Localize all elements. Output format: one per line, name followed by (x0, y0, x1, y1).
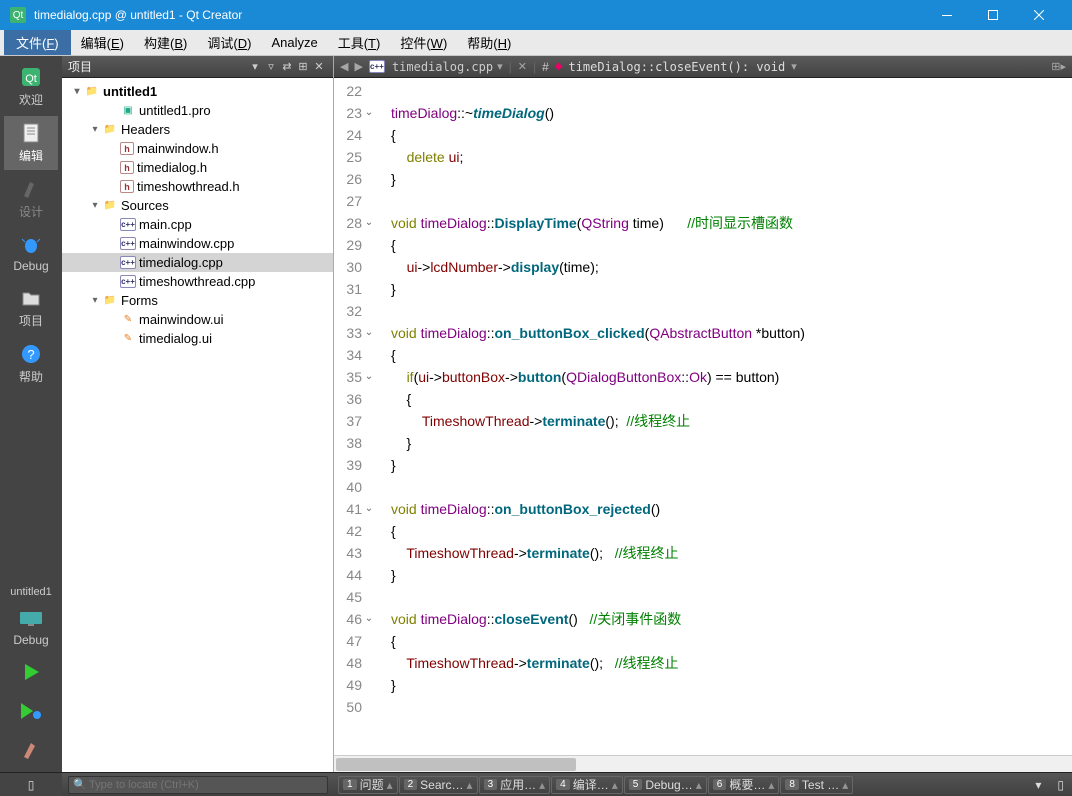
tree-item-timedialog.h[interactable]: htimedialog.h (62, 158, 333, 177)
svg-text:?: ? (27, 347, 34, 362)
output-pane-8[interactable]: 8Test …▴ (780, 776, 853, 794)
tree-item-timeshowthread.h[interactable]: htimeshowthread.h (62, 177, 333, 196)
cpp-file-icon: c++ (369, 60, 385, 73)
project-tree[interactable]: ▾📁untitled1▣untitled1.pro▾📁Headershmainw… (62, 78, 333, 772)
tree-item-timeshowthread.cpp[interactable]: c++timeshowthread.cpp (62, 272, 333, 291)
mode-welcome[interactable]: Qt欢迎 (4, 60, 58, 114)
toggle-left-sidebar-icon[interactable]: ▯ (28, 778, 35, 792)
nav-back-icon[interactable]: ◀ (340, 60, 348, 73)
symbol-breadcrumb[interactable]: timeDialog::closeEvent(): void (568, 60, 785, 74)
tree-item-mainwindow.ui[interactable]: ✎mainwindow.ui (62, 310, 333, 329)
menu-W[interactable]: 控件(W) (390, 30, 457, 55)
output-pane-3[interactable]: 3应用…▴ (479, 776, 551, 794)
tree-item-main.cpp[interactable]: c++main.cpp (62, 215, 333, 234)
menu-F[interactable]: 文件(F) (4, 30, 71, 55)
nav-fwd-icon[interactable]: ▶ (354, 60, 362, 73)
menu-T[interactable]: 工具(T) (328, 30, 391, 55)
tree-item-Forms[interactable]: ▾📁Forms (62, 291, 333, 310)
output-pane-4[interactable]: 4编译…▴ (551, 776, 623, 794)
output-pane-1[interactable]: 1问题▴ (338, 776, 398, 794)
run-button[interactable] (4, 655, 58, 692)
search-icon: 🔍 (73, 778, 87, 791)
tree-item-timedialog.cpp[interactable]: c++timedialog.cpp (62, 253, 333, 272)
output-pane-5[interactable]: 5Debug…▴ (624, 776, 707, 794)
horizontal-scrollbar[interactable] (334, 755, 1072, 772)
minimize-button[interactable] (924, 0, 970, 30)
project-panel-header: 项目 ▾ ▿ ⇄ ⊞ ✕ (62, 56, 333, 78)
menu-bar: 文件(F)编辑(E)构建(B)调试(D)Analyze工具(T)控件(W)帮助(… (0, 30, 1072, 56)
app-icon: Qt (10, 7, 26, 23)
code-editor[interactable]: 2223⌄2425262728⌄2930313233⌄3435⌄36373839… (334, 78, 1072, 755)
svg-text:Qt: Qt (25, 73, 37, 85)
symbol-dropdown-icon[interactable]: ▾ (791, 60, 797, 73)
output-pane-6[interactable]: 6概要…▴ (708, 776, 780, 794)
menu-H[interactable]: 帮助(H) (457, 30, 521, 55)
editor-toolbar: ◀ ▶ c++ timedialog.cpp ▾ | ✕ | # ◆ timeD… (334, 56, 1072, 78)
kit-project-label: untitled1 (6, 582, 56, 602)
status-bar: ▯ 🔍 1问题▴2Searc…▴3应用…▴4编译…▴5Debug…▴6概要…▴8… (0, 772, 1072, 796)
debug-run-button[interactable] (4, 694, 58, 731)
project-dropdown-icon[interactable]: ▾ (247, 60, 263, 73)
tab-close-icon[interactable]: ✕ (518, 60, 527, 73)
tree-item-untitled1[interactable]: ▾📁untitled1 (62, 82, 333, 101)
filter-icon[interactable]: ▿ (263, 60, 279, 73)
locator-input[interactable] (68, 776, 328, 794)
tree-item-timedialog.ui[interactable]: ✎timedialog.ui (62, 329, 333, 348)
tree-item-mainwindow.h[interactable]: hmainwindow.h (62, 139, 333, 158)
project-panel: 项目 ▾ ▿ ⇄ ⊞ ✕ ▾📁untitled1▣untitled1.pro▾📁… (62, 56, 334, 772)
build-button[interactable] (4, 733, 58, 770)
editor-area: ◀ ▶ c++ timedialog.cpp ▾ | ✕ | # ◆ timeD… (334, 56, 1072, 772)
panel-close-icon[interactable]: ✕ (311, 60, 327, 73)
tree-item-mainwindow.cpp[interactable]: c++mainwindow.cpp (62, 234, 333, 253)
toggle-right-sidebar-icon[interactable]: ▯ (1049, 778, 1072, 792)
title-bar: Qt timedialog.cpp @ untitled1 - Qt Creat… (0, 0, 1072, 30)
mode-sidebar: Qt欢迎编辑设计Debug项目?帮助 untitled1 Debug (0, 56, 62, 772)
outline-hash-icon: # (542, 60, 549, 74)
close-button[interactable] (1016, 0, 1062, 30)
tree-item-untitled1.pro[interactable]: ▣untitled1.pro (62, 101, 333, 120)
mode-debug[interactable]: Debug (4, 228, 58, 279)
mode-help[interactable]: ?帮助 (4, 337, 58, 391)
split-icon[interactable]: ⊞ (295, 60, 311, 73)
run-target-button[interactable]: Debug (4, 602, 58, 653)
editor-split-icon[interactable]: ⊞▸ (1051, 60, 1066, 73)
file-dropdown-icon[interactable]: ▾ (497, 60, 503, 73)
maximize-button[interactable] (970, 0, 1016, 30)
menu-B[interactable]: 构建(B) (134, 30, 197, 55)
output-dropdown-icon[interactable]: ▾ (1027, 778, 1049, 792)
menu-Analyze[interactable]: Analyze (261, 32, 327, 53)
window-title: timedialog.cpp @ untitled1 - Qt Creator (34, 8, 924, 22)
output-pane-2[interactable]: 2Searc…▴ (399, 776, 478, 794)
tree-item-Headers[interactable]: ▾📁Headers (62, 120, 333, 139)
mode-edit[interactable]: 编辑 (4, 116, 58, 170)
method-icon: ◆ (555, 61, 563, 72)
mode-design[interactable]: 设计 (4, 172, 58, 226)
menu-E[interactable]: 编辑(E) (71, 30, 134, 55)
tree-item-Sources[interactable]: ▾📁Sources (62, 196, 333, 215)
mode-project[interactable]: 项目 (4, 281, 58, 335)
open-file-name[interactable]: timedialog.cpp (392, 60, 493, 74)
menu-D[interactable]: 调试(D) (197, 30, 261, 55)
link-icon[interactable]: ⇄ (279, 60, 295, 73)
